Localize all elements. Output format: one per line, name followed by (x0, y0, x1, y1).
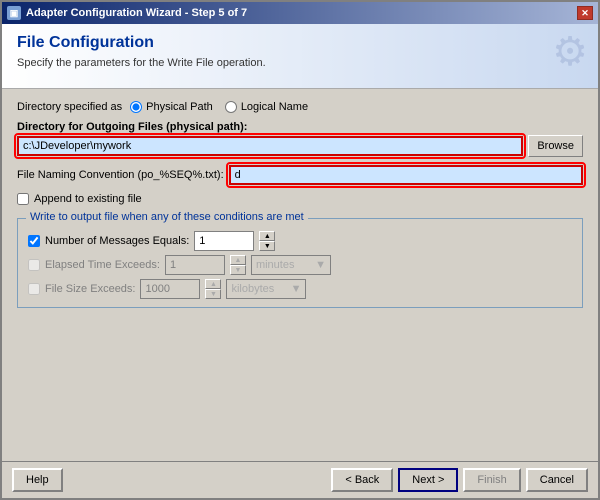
file-size-spinner: ▲ ▼ (205, 279, 221, 299)
elapsed-time-down: ▼ (230, 265, 246, 275)
file-size-up: ▲ (205, 279, 221, 289)
num-messages-down[interactable]: ▼ (259, 241, 275, 251)
file-size-input (140, 279, 200, 299)
dir-outgoing-label: Directory for Outgoing Files (physical p… (17, 121, 583, 133)
append-checkbox[interactable] (17, 193, 29, 205)
back-button[interactable]: < Back (331, 468, 393, 492)
page-subtitle: Specify the parameters for the Write Fil… (17, 57, 583, 69)
elapsed-time-input (165, 255, 225, 275)
conditions-group: Write to output file when any of these c… (17, 218, 583, 308)
next-button[interactable]: Next > (398, 468, 458, 492)
window-title: Adapter Configuration Wizard - Step 5 of… (26, 7, 247, 19)
browse-button[interactable]: Browse (528, 135, 583, 157)
num-messages-row: Number of Messages Equals: ▲ ▼ (28, 231, 572, 251)
dir-outgoing-input-row: Browse (17, 135, 583, 157)
num-messages-up[interactable]: ▲ (259, 231, 275, 241)
help-button[interactable]: Help (12, 468, 63, 492)
elapsed-time-spinner: ▲ ▼ (230, 255, 246, 275)
header-banner: File Configuration Specify the parameter… (2, 24, 598, 89)
elapsed-time-up: ▲ (230, 255, 246, 265)
radio-logical[interactable] (225, 101, 237, 113)
file-naming-label: File Naming Convention (po_%SEQ%.txt): (17, 169, 224, 181)
file-size-row: File Size Exceeds: ▲ ▼ kilobytes ▼ (28, 279, 572, 299)
radio-logical-label[interactable]: Logical Name (225, 101, 308, 113)
title-bar: ▣ Adapter Configuration Wizard - Step 5 … (2, 2, 598, 24)
title-bar-left: ▣ Adapter Configuration Wizard - Step 5 … (7, 6, 247, 20)
file-naming-input[interactable] (229, 165, 583, 185)
bottom-bar: Help < Back Next > Finish Cancel (2, 461, 598, 498)
gear-icon: ⚙ (552, 29, 588, 75)
close-button[interactable]: ✕ (577, 6, 593, 20)
radio-group-directory: Physical Path Logical Name (130, 101, 308, 113)
file-size-unit-label: kilobytes (231, 283, 274, 295)
group-box-title: Write to output file when any of these c… (26, 211, 308, 223)
file-naming-wrapper (229, 165, 583, 185)
file-size-down: ▼ (205, 289, 221, 299)
num-messages-label: Number of Messages Equals: (45, 235, 189, 247)
append-row: Append to existing file (17, 193, 583, 205)
directory-type-label: Directory specified as (17, 101, 122, 113)
file-size-checkbox[interactable] (28, 283, 40, 295)
num-messages-spinner: ▲ ▼ (259, 231, 275, 251)
page-title: File Configuration (17, 34, 583, 52)
file-size-unit-arrow: ▼ (291, 283, 302, 295)
radio-physical[interactable] (130, 101, 142, 113)
cancel-button[interactable]: Cancel (526, 468, 588, 492)
dir-outgoing-input[interactable] (17, 136, 523, 156)
file-size-label: File Size Exceeds: (45, 283, 135, 295)
dir-outgoing-section: Directory for Outgoing Files (physical p… (17, 121, 583, 157)
file-naming-section: File Naming Convention (po_%SEQ%.txt): (17, 165, 583, 185)
num-messages-input[interactable] (194, 231, 254, 251)
elapsed-time-unit-arrow: ▼ (315, 259, 326, 271)
radio-physical-label[interactable]: Physical Path (130, 101, 213, 113)
main-window: ▣ Adapter Configuration Wizard - Step 5 … (0, 0, 600, 500)
form-body: Directory specified as Physical Path Log… (2, 89, 598, 461)
file-naming-input-row: File Naming Convention (po_%SEQ%.txt): (17, 165, 583, 185)
finish-button[interactable]: Finish (463, 468, 520, 492)
dir-field-wrapper (17, 136, 523, 156)
elapsed-time-unit-label: minutes (256, 259, 295, 271)
append-label: Append to existing file (34, 193, 142, 205)
elapsed-time-checkbox[interactable] (28, 259, 40, 271)
elapsed-time-label: Elapsed Time Exceeds: (45, 259, 160, 271)
app-icon: ▣ (7, 6, 21, 20)
directory-type-row: Directory specified as Physical Path Log… (17, 101, 583, 113)
nav-buttons: < Back Next > Finish Cancel (331, 468, 588, 492)
elapsed-time-unit-dropdown[interactable]: minutes ▼ (251, 255, 331, 275)
elapsed-time-row: Elapsed Time Exceeds: ▲ ▼ minutes ▼ (28, 255, 572, 275)
file-size-unit-dropdown[interactable]: kilobytes ▼ (226, 279, 306, 299)
num-messages-checkbox[interactable] (28, 235, 40, 247)
